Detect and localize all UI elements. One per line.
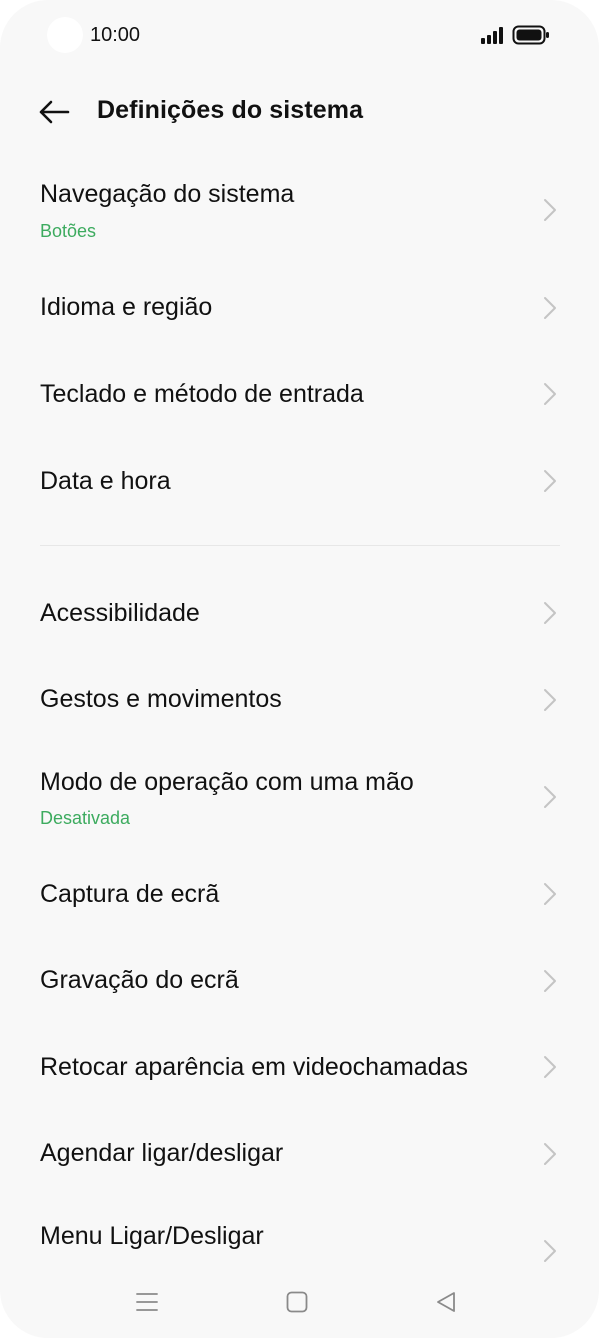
settings-item-scheduled-power[interactable]: Agendar ligar/desligar xyxy=(0,1116,599,1192)
chevron-right-icon xyxy=(544,883,556,905)
settings-item-screenshot[interactable]: Captura de ecrã xyxy=(0,856,599,932)
section-divider xyxy=(40,545,560,546)
chevron-right-icon xyxy=(544,1056,556,1078)
settings-item-power-menu[interactable]: Menu Ligar/Desligar xyxy=(0,1203,599,1273)
item-label: Data e hora xyxy=(40,467,171,495)
app-header: Definições do sistema xyxy=(0,80,599,144)
chevron-right-icon xyxy=(544,470,556,492)
back-button[interactable] xyxy=(28,90,80,134)
item-label: Retocar aparência em videochamadas xyxy=(40,1053,469,1081)
chevron-right-icon xyxy=(544,970,556,992)
home-icon xyxy=(286,1291,308,1313)
signal-icon xyxy=(481,27,503,44)
settings-item-screen-recording[interactable]: Gravação do ecrã xyxy=(0,943,599,1019)
page-title: Definições do sistema xyxy=(97,96,364,124)
camera-cutout xyxy=(47,17,83,53)
chevron-right-icon xyxy=(544,786,556,808)
settings-item-video-call-beauty[interactable]: Retocar aparência em videochamadas xyxy=(0,1029,599,1105)
battery-icon xyxy=(512,25,549,45)
chevron-right-icon xyxy=(544,602,556,624)
item-label: Modo de operação com uma mão xyxy=(40,768,414,796)
settings-item-date-time[interactable]: Data e hora xyxy=(0,443,599,519)
chevron-right-icon xyxy=(544,297,556,319)
menu-icon xyxy=(136,1293,158,1311)
settings-item-gestures-motions[interactable]: Gestos e movimentos xyxy=(0,662,599,738)
item-status: Desativada xyxy=(40,808,131,828)
status-bar: 10:00 xyxy=(0,0,599,70)
phone-screen: 10:00 Definições do sistema Navegação do… xyxy=(0,0,599,1338)
item-label: Navegação do sistema xyxy=(40,180,295,208)
recent-apps-button[interactable] xyxy=(127,1286,167,1318)
chevron-right-icon xyxy=(544,383,556,405)
item-label: Acessibilidade xyxy=(40,599,200,627)
chevron-right-icon xyxy=(544,1143,556,1165)
settings-item-one-handed-mode[interactable]: Modo de operação com uma mão Desativada xyxy=(0,757,599,843)
item-label: Captura de ecrã xyxy=(40,880,220,908)
settings-item-language-region[interactable]: Idioma e região xyxy=(0,270,599,346)
chevron-right-icon xyxy=(544,689,556,711)
chevron-right-icon xyxy=(544,1240,556,1262)
item-label: Idioma e região xyxy=(40,293,213,321)
item-label: Agendar ligar/desligar xyxy=(40,1139,284,1167)
item-status: Botões xyxy=(40,221,97,241)
status-time: 10:00 xyxy=(90,24,141,46)
settings-item-system-navigation[interactable]: Navegação do sistema Botões xyxy=(0,170,599,256)
home-button[interactable] xyxy=(277,1286,317,1318)
chevron-right-icon xyxy=(544,199,556,221)
back-triangle-icon xyxy=(437,1292,455,1312)
navigation-bar xyxy=(0,1272,599,1332)
settings-item-keyboard-input[interactable]: Teclado e método de entrada xyxy=(0,356,599,432)
item-label: Gestos e movimentos xyxy=(40,685,282,713)
settings-item-accessibility[interactable]: Acessibilidade xyxy=(0,575,599,651)
item-label: Gravação do ecrã xyxy=(40,966,239,994)
arrow-left-icon xyxy=(39,100,70,124)
item-label: Teclado e método de entrada xyxy=(40,380,364,408)
nav-back-button[interactable] xyxy=(426,1286,466,1318)
item-label: Menu Ligar/Desligar xyxy=(40,1222,264,1250)
